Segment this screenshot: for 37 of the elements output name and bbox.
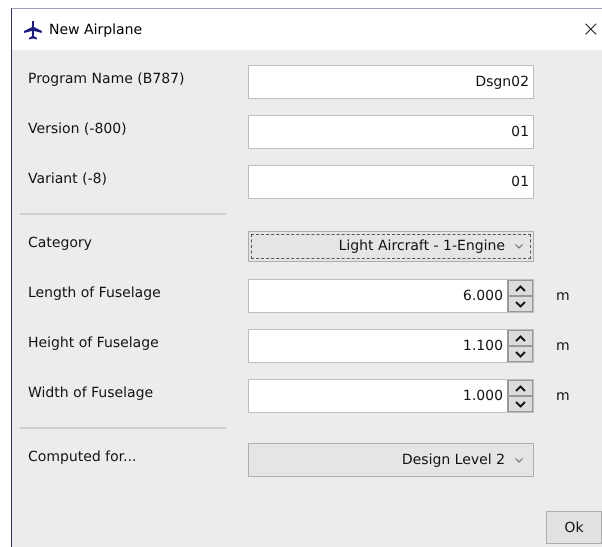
airplane-icon [23,20,43,40]
spin-up-button[interactable] [508,380,533,396]
field-label: Computed for... [27,449,138,465]
text-field[interactable]: 01 [248,115,534,149]
arrow-down-icon [515,350,526,358]
spin-up-button[interactable] [508,280,533,296]
window-title: New Airplane [49,22,144,38]
unit-label: m [556,338,570,354]
unit-label: m [556,388,570,404]
spin-down-button[interactable] [508,296,533,312]
field-label: Length of Fuselage [27,285,162,301]
number-field[interactable]: 1.100 [248,329,534,363]
text-field[interactable]: 01 [248,165,534,199]
field-label: Program Name (B787) [27,71,186,87]
spin-down-button[interactable] [508,396,533,412]
field-label: Height of Fuselage [27,335,160,351]
spin-down-button[interactable] [508,346,533,362]
dropdown[interactable]: Design Level 2 [248,443,534,477]
field-label: Variant (-8) [27,171,108,187]
field-label: Version (-800) [27,121,128,137]
unit-label: m [556,288,570,304]
number-field[interactable]: 6.000 [248,279,534,313]
spin-up-button[interactable] [508,330,533,346]
arrow-down-icon [515,400,526,408]
arrow-down-icon [515,300,526,308]
chevron-down-icon [515,458,523,462]
close-button[interactable]: × [582,18,600,40]
arrow-up-icon [515,284,526,292]
text-field[interactable]: Dsgn02 [248,65,534,99]
field-label: Width of Fuselage [27,385,154,401]
arrow-up-icon [515,334,526,342]
chevron-down-icon [515,244,523,248]
field-label: Category [27,235,93,251]
dropdown[interactable]: Light Aircraft - 1-Engine [248,230,534,262]
number-field[interactable]: 1.000 [248,379,534,413]
ok-button[interactable]: Ok [546,511,602,544]
arrow-up-icon [515,384,526,392]
